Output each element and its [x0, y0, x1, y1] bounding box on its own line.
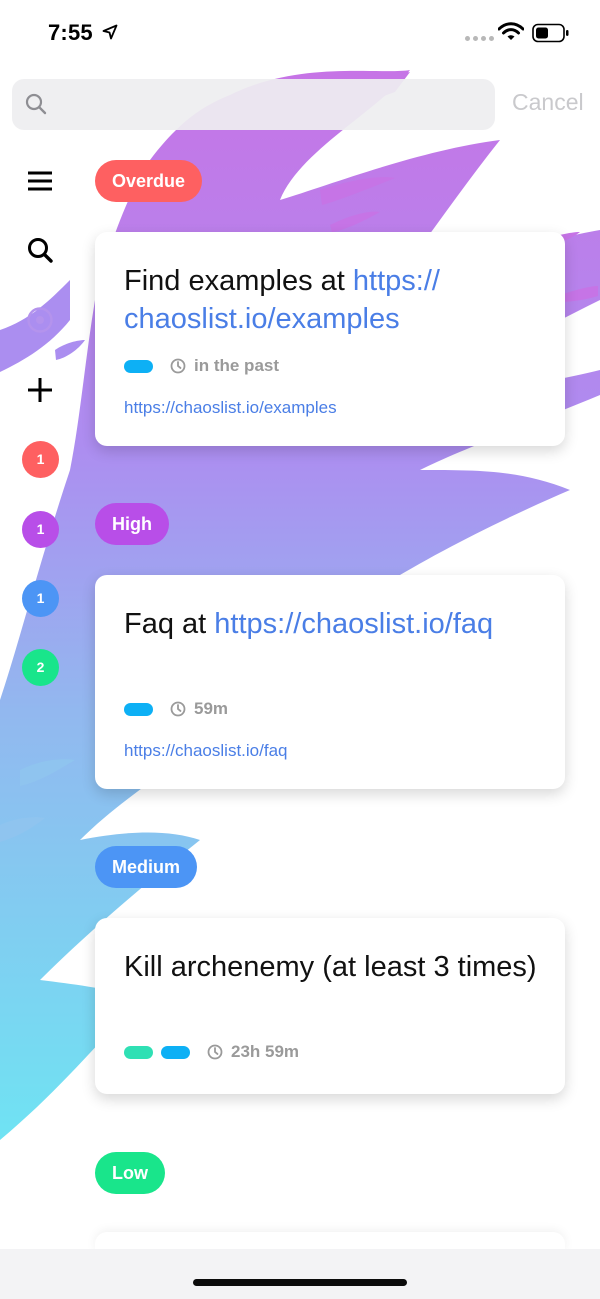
cancel-button[interactable]: Cancel: [512, 89, 584, 116]
task-meta: in the past: [124, 356, 280, 375]
task-card[interactable]: Kill archenemy (at least 3 times) 23h 59…: [95, 918, 565, 1094]
tag-pill: [124, 1045, 153, 1059]
location-arrow-icon: [102, 24, 118, 40]
search-bar[interactable]: [12, 79, 495, 130]
task-card[interactable]: Faq at https://chaoslist.io/​faq 59m htt…: [95, 575, 565, 789]
home-indicator[interactable]: [193, 1279, 407, 1286]
overdue-count-badge[interactable]: 1: [22, 441, 59, 478]
battery-icon: [532, 23, 569, 43]
task-meta: 59m: [124, 699, 229, 718]
task-title: Kill archenemy (at least 3 times): [124, 951, 537, 983]
menu-icon[interactable]: [24, 165, 56, 197]
clock-icon: [170, 701, 186, 717]
task-title-link[interactable]: https://chaoslist.io/​faq: [214, 608, 493, 640]
section-label-low: Low: [95, 1152, 165, 1194]
tag-pill: [124, 702, 153, 716]
search-icon[interactable]: [24, 234, 56, 266]
task-url[interactable]: https://chaoslist.io/examples: [124, 398, 337, 418]
clock-icon: [207, 1044, 223, 1060]
tag-pill: [124, 359, 153, 373]
bottom-bar: [0, 1249, 600, 1299]
task-due: 59m: [194, 699, 229, 718]
wifi-icon: [498, 22, 524, 40]
status-bar: 7:55: [0, 0, 600, 66]
status-time: 7:55: [48, 20, 93, 45]
task-card[interactable]: Find examples at https://​chaoslist.io/e…: [95, 232, 565, 446]
section-label-medium: Medium: [95, 846, 198, 888]
task-due: in the past: [194, 356, 280, 375]
section-label-overdue: Overdue: [95, 160, 203, 202]
task-due: 23h 59m: [231, 1042, 300, 1061]
search-field-icon: [25, 93, 47, 115]
tag-pill: [161, 1045, 190, 1059]
plus-icon[interactable]: [24, 374, 56, 406]
low-count-badge[interactable]: 2: [22, 649, 59, 686]
high-count-badge[interactable]: 1: [22, 511, 59, 548]
task-title: Find examples at https://​chaoslist.io/e…: [124, 265, 440, 335]
task-meta: 23h 59m: [124, 1042, 300, 1061]
clock-icon: [170, 358, 186, 374]
medium-count-badge[interactable]: 1: [22, 580, 59, 617]
task-title: Faq at https://chaoslist.io/​faq: [124, 608, 494, 640]
task-url[interactable]: https://chaoslist.io/faq: [124, 741, 287, 761]
search-input[interactable]: [58, 79, 483, 130]
signal-dots-icon: [465, 36, 494, 41]
target-icon[interactable]: [24, 304, 56, 336]
section-label-high: High: [95, 503, 169, 545]
